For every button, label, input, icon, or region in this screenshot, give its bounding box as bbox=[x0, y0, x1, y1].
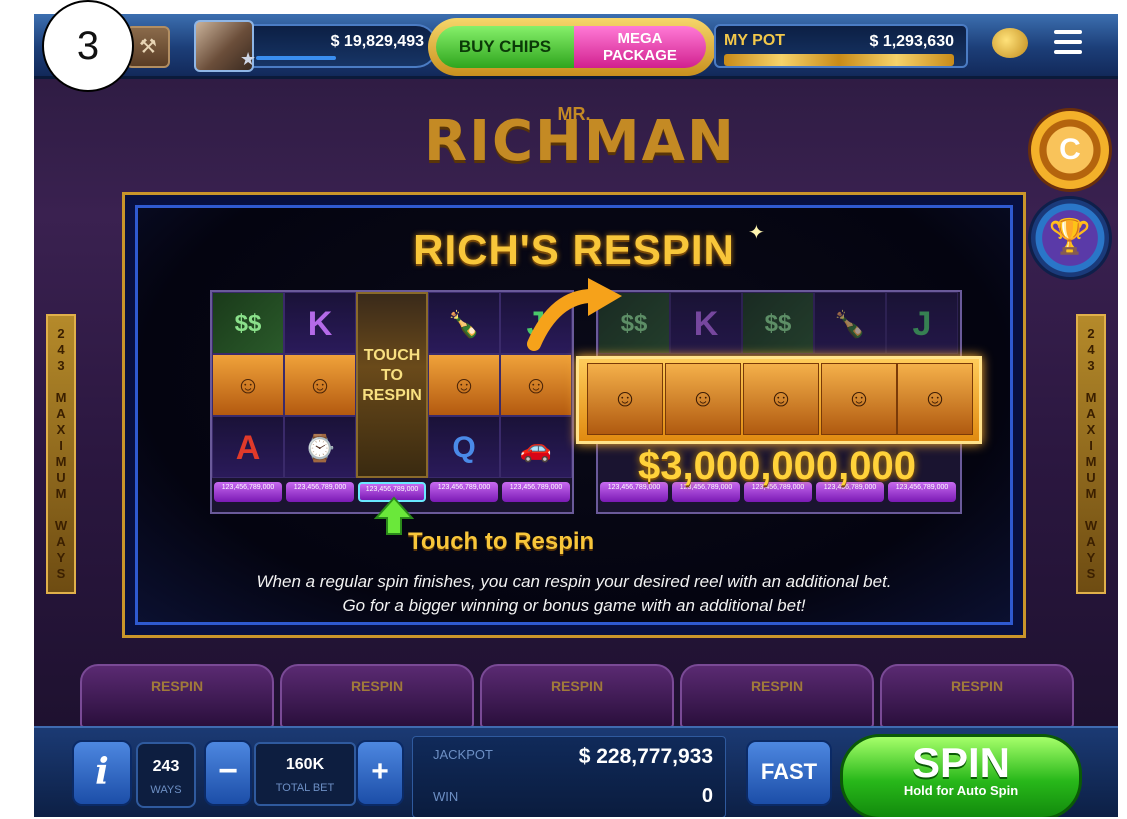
side-banner-text: 243 MAXIMUM WAYS bbox=[53, 326, 69, 582]
mega-package-line1: MEGA bbox=[617, 30, 663, 47]
dialog-panel: RICH'S RESPIN ✦ $$ K 🍾 J ☺ ☺ ☺ ☺ A ⌚ Q 🚗… bbox=[135, 205, 1013, 625]
total-bet-label: TOTAL BET bbox=[275, 782, 335, 794]
respin-price-tag: 123,456,789,000 bbox=[502, 482, 570, 502]
jackpot-value: $ 228,777,933 bbox=[578, 745, 713, 768]
symbol-k: K bbox=[670, 292, 742, 354]
respin-price-tag: 123,456,789,000 bbox=[430, 482, 498, 502]
piggy-bank-icon[interactable] bbox=[992, 28, 1028, 58]
symbol-richman: ☺ bbox=[743, 363, 819, 435]
spin-hint: Hold for Auto Spin bbox=[903, 783, 1019, 798]
dialog-title: RICH'S RESPIN bbox=[413, 226, 735, 273]
symbol-richman: ☺ bbox=[500, 354, 572, 416]
store-buttons-group: BUY CHIPS MEGA PACKAGE bbox=[428, 18, 716, 76]
decrease-bet-button[interactable]: − bbox=[204, 740, 252, 806]
mega-package-button[interactable]: MEGA PACKAGE bbox=[574, 26, 706, 68]
symbol-money: $$ bbox=[212, 292, 284, 354]
game-screen: MR. RICHMAN 243 MAXIMUM WAYS 243 MAXIMUM… bbox=[34, 14, 1118, 817]
symbol-q: Q bbox=[428, 416, 500, 478]
winning-line-highlight: ☺ ☺ ☺ ☺ ☺ bbox=[576, 356, 982, 444]
symbol-richman: ☺ bbox=[665, 363, 741, 435]
chip-balance: $ 19,829,493 bbox=[330, 33, 424, 50]
step-number-badge: 3 bbox=[42, 0, 134, 92]
touch-text-line3: RESPIN bbox=[362, 387, 422, 404]
trophy-button[interactable]: 🏆 bbox=[1028, 196, 1112, 280]
symbol-a: A bbox=[212, 416, 284, 478]
maximum-ways-banner-left: 243 MAXIMUM WAYS bbox=[46, 314, 76, 594]
touch-to-respin-reel[interactable]: TOUCH TO RESPIN bbox=[356, 292, 428, 478]
menu-icon[interactable] bbox=[1054, 30, 1082, 56]
jackpot-label: JACKPOT bbox=[433, 747, 493, 762]
sparkle-icon: ✦ bbox=[748, 222, 765, 244]
symbol-richman: ☺ bbox=[212, 354, 284, 416]
respin-price-tag: 123,456,789,000 bbox=[214, 482, 282, 502]
increase-bet-button[interactable]: + bbox=[356, 740, 404, 806]
top-bar: ⚒ ★ $ 19,829,493 BUY CHIPS MEGA PACKAGE … bbox=[34, 14, 1118, 79]
symbol-k: K bbox=[284, 292, 356, 354]
description-line-2: Go for a bigger winning or bonus game wi… bbox=[342, 596, 806, 615]
symbol-richman: ☺ bbox=[897, 363, 973, 435]
respin-tab-3[interactable]: RESPIN bbox=[480, 664, 674, 728]
my-pot-label: MY POT bbox=[724, 32, 786, 49]
reels-before-respin: $$ K 🍾 J ☺ ☺ ☺ ☺ A ⌚ Q 🚗 TOUCH TO RESPIN bbox=[210, 290, 574, 514]
touch-text-line1: TOUCH bbox=[363, 347, 421, 364]
symbol-watch: ⌚ bbox=[284, 416, 356, 478]
info-button[interactable]: i bbox=[72, 740, 132, 806]
symbol-richman: ☺ bbox=[587, 363, 663, 435]
touch-to-respin-caption: Touch to Respin bbox=[408, 528, 595, 555]
symbol-j: J bbox=[886, 292, 958, 354]
respin-tab-5[interactable]: RESPIN bbox=[880, 664, 1074, 728]
spin-button[interactable]: SPIN Hold for Auto Spin bbox=[840, 734, 1082, 817]
jackpot-panel: JACKPOT $ 228,777,933 WIN 0 bbox=[412, 736, 726, 817]
win-value: 0 bbox=[701, 785, 713, 807]
symbol-money: $$ bbox=[742, 292, 814, 354]
touch-reel-text: TOUCH TO RESPIN bbox=[358, 346, 426, 406]
big-win-amount: $3,000,000,000 bbox=[637, 444, 917, 488]
ways-value: 243 bbox=[152, 758, 180, 775]
respin-price-tag: 123,456,789,000 bbox=[286, 482, 354, 502]
spin-label: SPIN bbox=[911, 739, 1011, 786]
respin-tab-4[interactable]: RESPIN bbox=[680, 664, 874, 728]
ways-label: WAYS bbox=[150, 784, 182, 796]
total-bet-value: 160K bbox=[285, 756, 325, 773]
game-title: RICHMAN bbox=[424, 109, 736, 174]
coin-icon: C bbox=[1059, 133, 1081, 166]
symbol-richman: ☺ bbox=[821, 363, 897, 435]
touch-text-line2: TO bbox=[381, 367, 403, 384]
curved-arrow-icon bbox=[527, 278, 622, 351]
maximum-ways-banner-right: 243 MAXIMUM WAYS bbox=[1076, 314, 1106, 594]
ways-display: 243 WAYS bbox=[136, 742, 196, 808]
symbol-richman: ☺ bbox=[428, 354, 500, 416]
total-bet-display: 160K TOTAL BET bbox=[254, 742, 356, 806]
side-banner-text: 243 MAXIMUM WAYS bbox=[1083, 326, 1099, 582]
hammer-icon: ⚒ bbox=[139, 36, 157, 58]
description-line-1: When a regular spin finishes, you can re… bbox=[256, 572, 892, 591]
win-label: WIN bbox=[433, 789, 459, 804]
respin-tabs-row: RESPIN RESPIN RESPIN RESPIN RESPIN bbox=[80, 664, 1080, 728]
bottom-bar: i 243 WAYS − 160K TOTAL BET + JACKPOT $ … bbox=[34, 726, 1118, 817]
my-pot-value: $ 1,293,630 bbox=[869, 33, 954, 50]
symbol-champagne: 🍾 bbox=[428, 292, 500, 354]
xp-progress-bar bbox=[256, 56, 336, 60]
coin-bonus-button[interactable]: C bbox=[1028, 108, 1112, 192]
symbol-car: 🚗 bbox=[500, 416, 572, 478]
mega-package-line2: PACKAGE bbox=[603, 47, 677, 64]
trophy-icon: 🏆 bbox=[1048, 218, 1092, 256]
respin-tab-2[interactable]: RESPIN bbox=[280, 664, 474, 728]
fast-spin-button[interactable]: FAST bbox=[746, 740, 832, 806]
symbol-richman: ☺ bbox=[284, 354, 356, 416]
pot-coins-strip bbox=[724, 54, 954, 66]
respin-tab-1[interactable]: RESPIN bbox=[80, 664, 274, 728]
feature-info-dialog: RICH'S RESPIN ✦ $$ K 🍾 J ☺ ☺ ☺ ☺ A ⌚ Q 🚗… bbox=[122, 192, 1026, 638]
buy-chips-button[interactable]: BUY CHIPS bbox=[436, 26, 574, 68]
symbol-champagne: 🍾 bbox=[814, 292, 886, 354]
